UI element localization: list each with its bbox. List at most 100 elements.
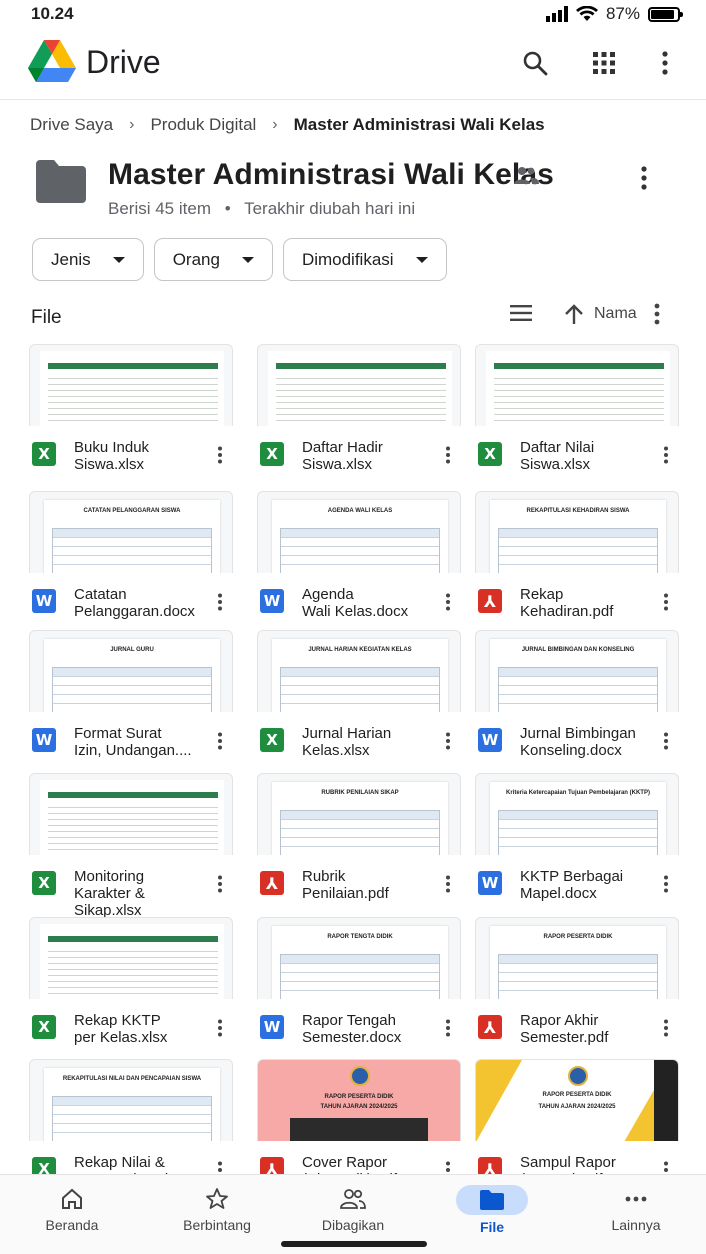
home-indicator	[281, 1241, 427, 1247]
more-vert-icon	[218, 593, 222, 611]
thumb-title: REKAPITULASI KEHADIRAN SISWA	[526, 508, 630, 514]
sheets-file-icon: X	[32, 442, 56, 466]
file-more-button[interactable]	[445, 1019, 451, 1042]
nav-beranda[interactable]: Beranda	[12, 1185, 132, 1233]
sort-label[interactable]: Nama	[594, 305, 637, 323]
app-bar: Drive	[0, 30, 706, 100]
last-modified: Terakhir diubah hari ini	[244, 199, 416, 218]
file-more-button[interactable]	[217, 593, 223, 616]
word-file-icon: W	[260, 1015, 284, 1039]
nav-dibagikan[interactable]: Dibagikan	[293, 1185, 413, 1233]
file-name-line: Penilaian.pdf	[302, 885, 389, 902]
file-more-button[interactable]	[217, 446, 223, 469]
nav-label: Berbintang	[183, 1217, 251, 1233]
file-more-button[interactable]	[217, 732, 223, 755]
breadcrumb-produk-digital[interactable]: Produk Digital	[150, 115, 256, 135]
file-name-line: Rekap Nilai &	[74, 1154, 165, 1171]
status-bar: 10.24 87%	[0, 0, 706, 30]
file-tile[interactable]: RAPOR PESERTA DIDIK ⅄ Rapor Akhir Semester.…	[475, 917, 681, 1057]
folder-icon	[36, 160, 86, 203]
file-thumbnail: AGENDA WALI KELAS	[257, 491, 461, 573]
file-more-button[interactable]	[663, 732, 669, 755]
wifi-icon	[575, 6, 598, 21]
file-more-button[interactable]	[445, 593, 451, 616]
folder-icon	[480, 1190, 504, 1210]
nav-berbintang[interactable]: Berbintang	[157, 1185, 277, 1233]
sheets-file-icon: X	[260, 442, 284, 466]
thumb-title: JURNAL BIMBINGAN DAN KONSELING	[521, 647, 635, 653]
file-name-line: Rapor Tengah	[302, 1012, 396, 1029]
filter-chip-orang[interactable]: Orang	[153, 238, 273, 281]
file-tile[interactable]: AGENDA WALI KELAS W Agenda Wali Kelas.docx	[257, 491, 463, 631]
file-tile[interactable]: CATATAN PELANGGARAN SISWA W Catatan Pelangg…	[29, 491, 235, 631]
battery-percent: 87%	[605, 4, 640, 23]
file-name-line: Monitoring	[74, 868, 145, 885]
battery-icon	[648, 6, 683, 22]
file-tile[interactable]: JURNAL BIMBINGAN DAN KONSELING W Jurnal Bi…	[475, 630, 681, 770]
nav-lainnya[interactable]: Lainnya	[576, 1185, 696, 1233]
file-more-button[interactable]	[445, 732, 451, 755]
search-button[interactable]	[520, 48, 550, 78]
sheets-file-icon: X	[260, 728, 284, 752]
file-thumbnail: CATATAN PELANGGARAN SISWA	[29, 491, 233, 573]
file-thumbnail	[257, 344, 461, 426]
file-tile[interactable]: RAPOR TENGTA DIDIK W Rapor Tengah Semester.…	[257, 917, 463, 1057]
file-name-line: KKTP Berbagai	[520, 868, 624, 885]
file-tile[interactable]: X Monitoring Karakter & Sikap.xlsx	[29, 773, 235, 919]
file-thumbnail: Kriteria Ketercapaian Tujuan Pembelajara…	[475, 773, 679, 855]
file-tile[interactable]: X Rekap KKTP per Kelas.xlsx	[29, 917, 235, 1057]
file-name-line: Rekap	[520, 586, 564, 603]
folder-title: Master Administrasi Wali Kelas	[108, 158, 554, 191]
word-file-icon: W	[260, 589, 284, 613]
nav-file[interactable]: File	[432, 1185, 552, 1235]
thumb-title: RAPOR TENGTA DIDIK	[327, 934, 393, 940]
file-more-button[interactable]	[663, 875, 669, 898]
file-tile[interactable]: X Buku Induk Siswa.xlsx	[29, 344, 235, 484]
more-vert-icon	[446, 593, 450, 611]
file-more-button[interactable]	[663, 446, 669, 469]
file-tile[interactable]: REKAPITULASI KEHADIRAN SISWA ⅄ Rekap Kehadi…	[475, 491, 681, 631]
thumb-subtitle: TAHUN AJARAN 2024/2025	[320, 1104, 398, 1110]
file-thumbnail: JURNAL GURU	[29, 630, 233, 712]
file-name: Daftar Hadir Siswa.xlsx	[302, 439, 444, 473]
file-thumbnail: REKAPITULASI NILAI DAN PENCAPAIAN SISWA	[29, 1059, 233, 1141]
filter-chip-dimodifikasi[interactable]: Dimodifikasi	[282, 238, 447, 281]
file-more-button[interactable]	[445, 446, 451, 469]
word-file-icon: W	[478, 871, 502, 895]
file-name-line: Semester.pdf	[520, 1029, 609, 1046]
filter-chip-jenis[interactable]: Jenis	[32, 238, 144, 281]
status-icons: 87%	[545, 4, 683, 24]
apps-button[interactable]	[589, 48, 619, 78]
people-icon	[340, 1189, 366, 1209]
section-more-button[interactable]	[654, 303, 660, 330]
breadcrumb-drive-saya[interactable]: Drive Saya	[30, 115, 113, 135]
file-tile[interactable]: X Daftar Hadir Siswa.xlsx	[257, 344, 463, 484]
file-thumbnail: REKAPITULASI KEHADIRAN SISWA	[475, 491, 679, 573]
sort-direction-button[interactable]	[564, 303, 584, 330]
file-thumbnail	[29, 917, 233, 999]
file-tile[interactable]: X Daftar Nilai Siswa.xlsx	[475, 344, 681, 484]
more-vert-icon	[218, 732, 222, 750]
file-name: Rapor Tengah Semester.docx	[302, 1012, 444, 1046]
list-view-toggle[interactable]	[510, 304, 532, 327]
file-tile[interactable]: Kriteria Ketercapaian Tujuan Pembelajara…	[475, 773, 681, 913]
chip-label: Jenis	[51, 249, 91, 269]
file-more-button[interactable]	[445, 875, 451, 898]
word-file-icon: W	[478, 728, 502, 752]
file-more-button[interactable]	[663, 593, 669, 616]
status-time: 10.24	[31, 4, 74, 23]
thumb-title: JURNAL GURU	[110, 647, 154, 653]
file-more-button[interactable]	[217, 1019, 223, 1042]
file-name-line: Rubrik	[302, 868, 346, 885]
file-tile[interactable]: JURNAL GURU W Format Surat Izin, Undangan..…	[29, 630, 235, 770]
more-vert-icon	[446, 732, 450, 750]
file-tile[interactable]: RUBRIK PENILAIAN SIKAP ⅄ Rubrik Penilaian.p…	[257, 773, 463, 913]
folder-more-button[interactable]	[641, 166, 647, 195]
file-more-button[interactable]	[663, 1019, 669, 1042]
file-name: Rekap Kehadiran.pdf	[520, 586, 662, 620]
more-vert-icon	[664, 1019, 668, 1037]
file-more-button[interactable]	[217, 875, 223, 898]
file-tile[interactable]: JURNAL HARIAN KEGIATAN KELAS X Jurnal Hari…	[257, 630, 463, 770]
chip-label: Orang	[172, 249, 220, 269]
overflow-menu-button[interactable]	[650, 48, 680, 78]
